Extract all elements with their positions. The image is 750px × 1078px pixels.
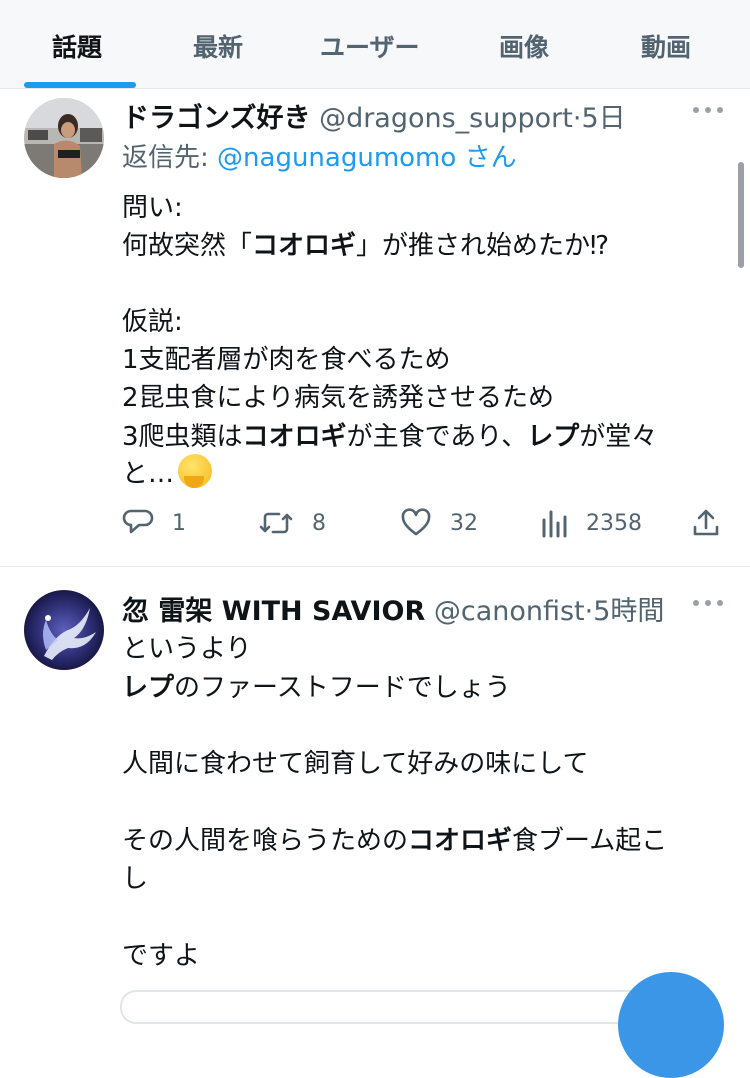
display-name[interactable]: ドラゴンズ好き (122, 103, 310, 134)
reply-context: 返信先: @nagunagumomo さん (122, 137, 517, 174)
tweet-text-line: 1支配者層が肉を食べるため (122, 345, 451, 375)
timestamp[interactable]: 5時間 (593, 596, 664, 627)
reply-suffix: さん (464, 143, 517, 173)
text-segment: が主食であり、 (346, 422, 528, 452)
tab-people[interactable]: ユーザー (320, 28, 420, 64)
tweet-text-line: ですよ (122, 941, 201, 971)
text-segment-bold: コオロギ (408, 826, 513, 856)
user-handle[interactable]: @dragons_support (319, 103, 573, 134)
reply-button[interactable]: 1 (122, 503, 186, 543)
tabs-divider (0, 88, 750, 89)
tweet-header: ドラゴンズ好き @dragons_support·5日 (122, 96, 626, 135)
tweet-text-line: し (122, 864, 149, 894)
timestamp[interactable]: 5日 (581, 103, 625, 134)
tweet-divider (0, 566, 750, 567)
text-segment: 3爬虫類は (122, 422, 243, 452)
share-button[interactable] (690, 503, 722, 543)
retweet-button[interactable]: 8 (258, 503, 326, 543)
text-segment-bold: コオロギ (242, 422, 347, 452)
tab-videos[interactable]: 動画 (641, 28, 691, 64)
more-icon[interactable] (693, 105, 723, 115)
search-tabs: 話題 最新 ユーザー 画像 動画 (0, 0, 750, 88)
retweet-count: 8 (312, 510, 326, 536)
text-segment: 食ブーム起こ (512, 826, 668, 856)
avatar[interactable] (24, 590, 104, 670)
avatar[interactable] (24, 98, 104, 178)
tweet-actions: 1 8 32 2358 (0, 503, 750, 543)
view-count: 2358 (586, 510, 642, 536)
like-count: 32 (450, 510, 478, 536)
tweet-text-line: 問い: (122, 193, 183, 223)
melting-face-emoji-icon (178, 454, 213, 488)
text-segment-bold: レプ (122, 673, 175, 703)
tab-latest[interactable]: 最新 (193, 28, 243, 64)
display-name[interactable]: 忽 雷架 WITH SAVIOR (122, 596, 425, 627)
reply-icon (122, 509, 154, 534)
tweet-text-line: 2昆虫食により病気を誘発させるため (122, 383, 555, 413)
views-icon (542, 510, 567, 538)
like-button[interactable]: 32 (400, 503, 478, 543)
text-segment: 何故突然「 (122, 231, 253, 261)
text-segment: のファーストフードでしょう (174, 673, 511, 703)
text-segment: が堂々 (579, 422, 658, 452)
tweet-text-line: レプのファーストフードでしょう (122, 667, 511, 704)
text-segment: その人間を喰らうための (122, 826, 409, 856)
scrollbar[interactable] (738, 162, 744, 268)
like-icon (401, 508, 431, 536)
retweet-icon (259, 512, 293, 534)
text-segment: と… (122, 459, 175, 489)
text-segment-bold: コオロギ (252, 231, 357, 261)
embedded-card-peek[interactable] (120, 990, 644, 1024)
separator-dot: · (584, 596, 594, 627)
reply-prefix: 返信先: (122, 143, 209, 173)
tweet-text-line: 何故突然「コオロギ」が推され始めたか⁉ (122, 225, 609, 262)
tweet-text-line: 人間に食わせて飼育して好みの味にして (122, 749, 589, 779)
text-segment: 」が推され始めたか⁉ (356, 231, 610, 261)
user-handle[interactable]: @canonfist (434, 596, 585, 627)
mention-link[interactable]: @nagunagumomo (217, 143, 456, 173)
tweet-text-line: 仮説: (122, 307, 183, 337)
compose-button[interactable] (618, 972, 724, 1078)
tweet-header: 忽 雷架 WITH SAVIOR @canonfist·5時間 (122, 589, 664, 628)
views-button[interactable]: 2358 (540, 503, 642, 543)
tab-photos[interactable]: 画像 (499, 28, 549, 64)
reply-count: 1 (172, 510, 186, 536)
share-icon (693, 509, 719, 536)
tweet-text-line: その人間を喰らうためのコオロギ食ブーム起こ (122, 820, 667, 857)
text-segment-bold: レプ (527, 422, 580, 452)
tweet-text-line: と… (122, 453, 213, 490)
tweet-text-line: 3爬虫類はコオロギが主食であり、レプが堂々 (122, 416, 657, 453)
tweet-text-line: というより (122, 634, 252, 664)
tab-top[interactable]: 話題 (52, 28, 102, 64)
more-icon[interactable] (693, 598, 723, 608)
